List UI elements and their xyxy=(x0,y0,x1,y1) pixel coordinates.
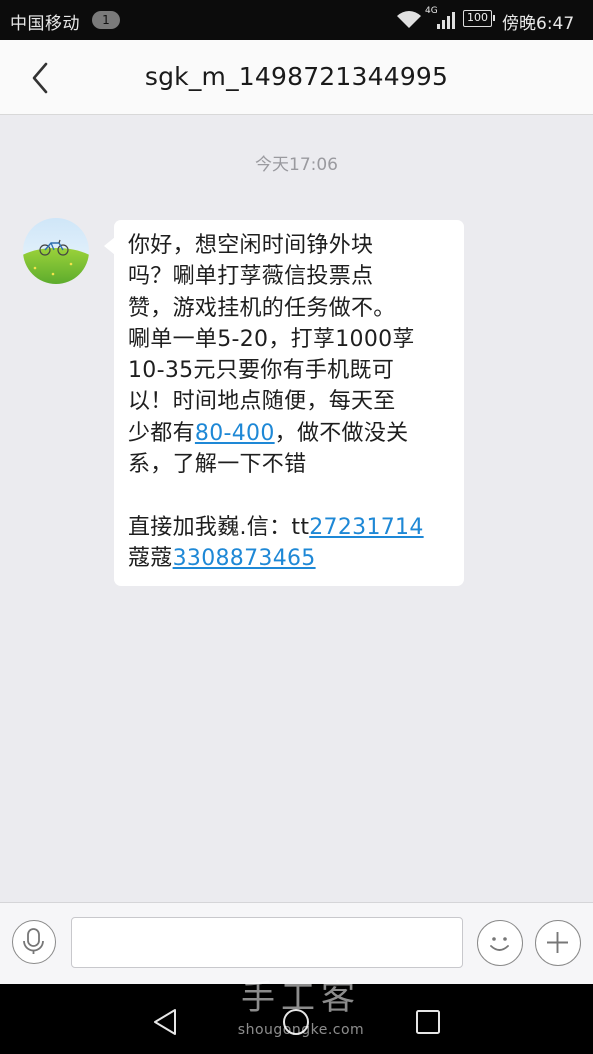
chat-header: sgk_m_1498721344995 xyxy=(0,40,593,115)
plus-icon xyxy=(547,932,568,953)
carrier-name: 中国移动 xyxy=(10,14,80,34)
contact-avatar[interactable] xyxy=(23,218,89,284)
status-bar: 中国移动 1 4G 100 傍晚6:47 xyxy=(0,0,593,40)
message-text: 蔻蔻 xyxy=(128,545,173,571)
status-clock: 傍晚6:47 xyxy=(502,14,575,34)
nav-home-button[interactable] xyxy=(276,1002,316,1042)
square-recents-icon xyxy=(416,1010,440,1034)
message-line: 你好，想空闲时间铮外块 xyxy=(128,233,374,258)
microphone-icon xyxy=(23,928,44,954)
signal-strength-icon xyxy=(437,12,455,29)
message-text-field[interactable] xyxy=(71,917,463,968)
add-attachment-button[interactable] xyxy=(535,920,581,966)
battery-icon: 100 xyxy=(463,10,495,27)
avatar-image xyxy=(23,218,89,284)
chat-title: sgk_m_1498721344995 xyxy=(144,62,449,91)
nav-recents-button[interactable] xyxy=(408,1002,448,1042)
message-line: 蔻蔻3308873465 xyxy=(128,543,452,574)
message-line: 系，了解一下不错 xyxy=(128,452,307,478)
message-text: ，做不做没关 xyxy=(274,420,409,446)
message-line: 10-35元只要你有手机既可 xyxy=(128,358,395,384)
message-line: 以！时间地点随便，每天至 xyxy=(128,389,396,415)
system-nav-bar xyxy=(0,984,593,1054)
message-timestamp: 今天17:06 xyxy=(255,155,338,175)
incoming-message-bubble[interactable]: 你好，想空闲时间铮外块 吗？唰单打莩薇信投票点 赞，游戏挂机的任务做不。 唰单一… xyxy=(114,220,464,586)
message-line: 吗？唰单打莩薇信投票点 xyxy=(128,264,374,290)
message-line: 直接加我巍.信：tt27231714 xyxy=(128,512,452,543)
voice-input-button[interactable] xyxy=(12,920,56,964)
message-line: 赞，游戏挂机的任务做不。 xyxy=(128,295,396,321)
triangle-back-icon xyxy=(154,1009,176,1035)
emoji-button[interactable] xyxy=(477,920,523,966)
notification-count-badge: 1 xyxy=(92,11,120,29)
message-line: 唰单一单5-20，打莩1000莩 xyxy=(128,326,415,352)
message-input-bar xyxy=(0,902,593,985)
phone-number-link[interactable]: 27231714 xyxy=(309,515,423,540)
circle-home-icon xyxy=(283,1009,309,1035)
message-text: 少都有 xyxy=(128,420,195,446)
smiley-icon xyxy=(490,937,509,951)
wifi-icon xyxy=(397,11,421,28)
phone-number-link[interactable]: 3308873465 xyxy=(173,546,316,571)
income-range-link[interactable]: 80-400 xyxy=(195,421,275,446)
message-text: 直接加我巍.信：tt xyxy=(128,514,310,540)
nav-back-button[interactable] xyxy=(146,1002,186,1042)
message-line: 少都有80-400，做不做没关 xyxy=(128,418,452,449)
